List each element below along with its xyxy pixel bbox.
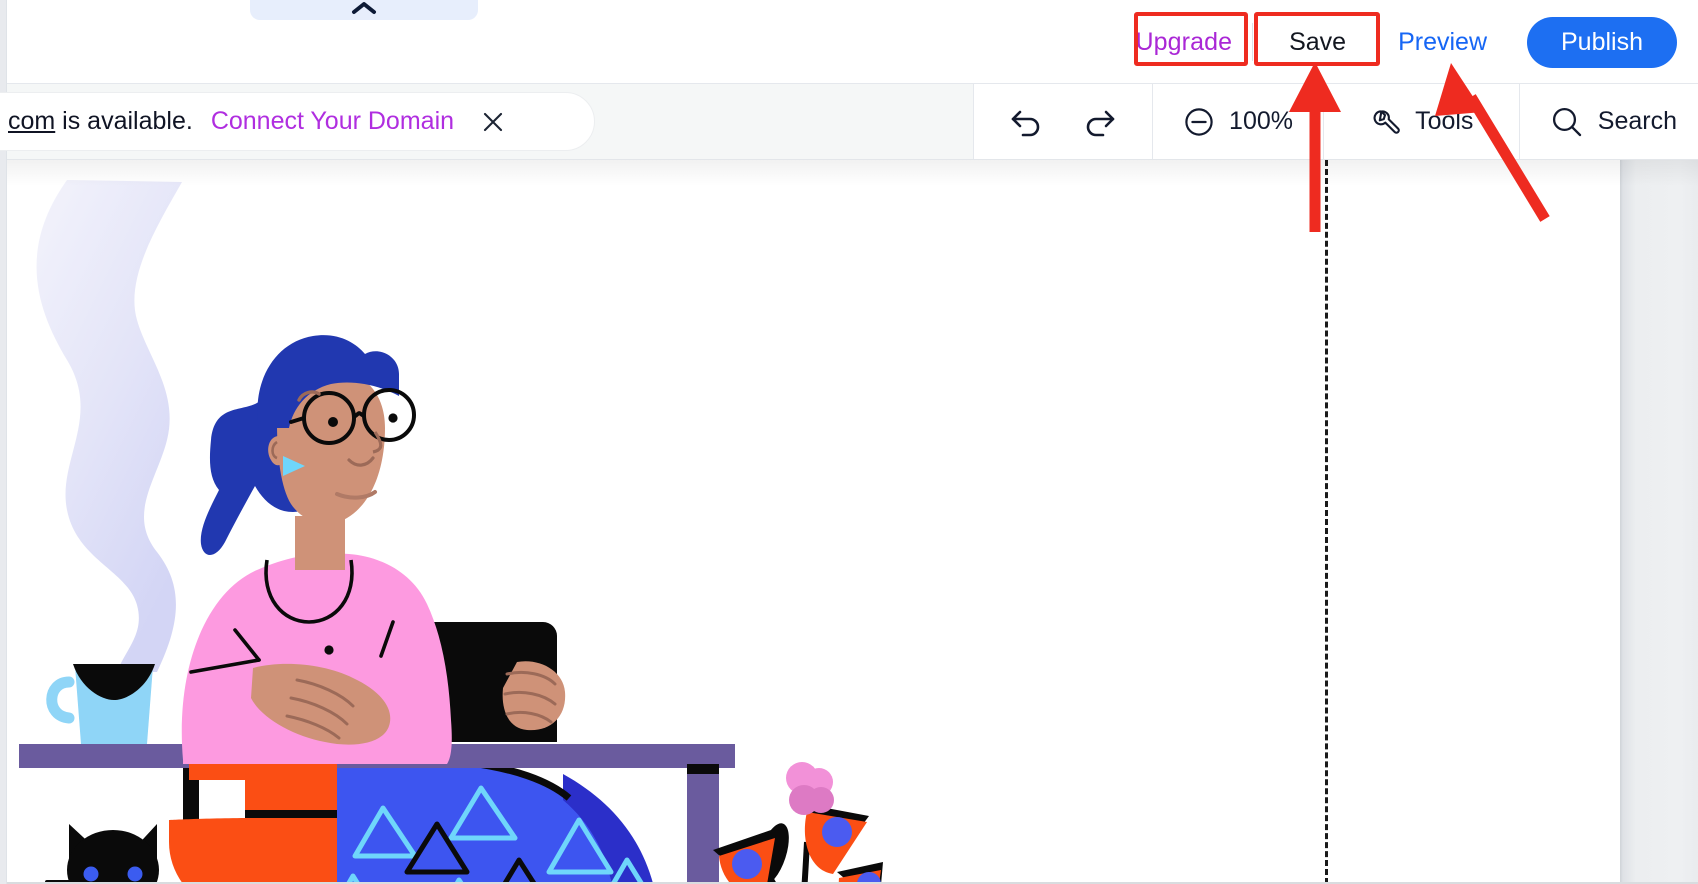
search-button[interactable]: Search [1518,84,1698,159]
app-root: Upgrade Save Preview Publish com is avai… [0,0,1698,884]
search-icon [1550,105,1584,139]
save-button[interactable]: Save [1263,19,1373,65]
tools-menu-button[interactable]: Tools [1322,84,1519,159]
editor-frame: Upgrade Save Preview Publish com is avai… [0,0,1698,884]
upgrade-link[interactable]: Upgrade [1135,28,1250,57]
tools-label: Tools [1415,107,1474,135]
notification-zone: com is available. Connect Your Domain [0,84,973,159]
layout-guide-line [1325,160,1328,884]
woman-at-desk-with-laptop-illustration[interactable] [7,160,907,884]
collapse-panel-handle[interactable] [250,0,478,20]
notification-message-text: is available. [55,107,193,135]
close-icon[interactable] [480,109,506,135]
preview-button[interactable]: Preview [1372,19,1513,65]
wrench-icon [1369,106,1401,138]
canvas-right-gutter [1620,160,1698,884]
zoom-control[interactable]: 100% [1152,84,1323,159]
chevron-up-icon [351,0,377,16]
editor-canvas[interactable] [7,160,1698,884]
domain-notification-banner: com is available. Connect Your Domain [0,92,595,151]
zoom-level-label: 100% [1229,107,1293,135]
publish-button[interactable]: Publish [1527,16,1677,68]
toolbar-divider [1252,23,1254,61]
tool-strip: com is available. Connect Your Domain 10… [0,84,1698,160]
notification-message: com is available. [8,107,193,136]
search-label: Search [1597,107,1677,135]
undo-redo-group [972,84,1153,159]
domain-name-fragment: com [8,107,56,135]
undo-icon[interactable] [1008,106,1046,138]
connect-domain-link[interactable]: Connect Your Domain [211,107,454,136]
top-actions: Upgrade Save Preview Publish [1135,0,1677,84]
top-bar: Upgrade Save Preview Publish [7,0,1698,84]
redo-icon[interactable] [1080,106,1118,138]
zoom-out-icon[interactable] [1183,106,1215,138]
